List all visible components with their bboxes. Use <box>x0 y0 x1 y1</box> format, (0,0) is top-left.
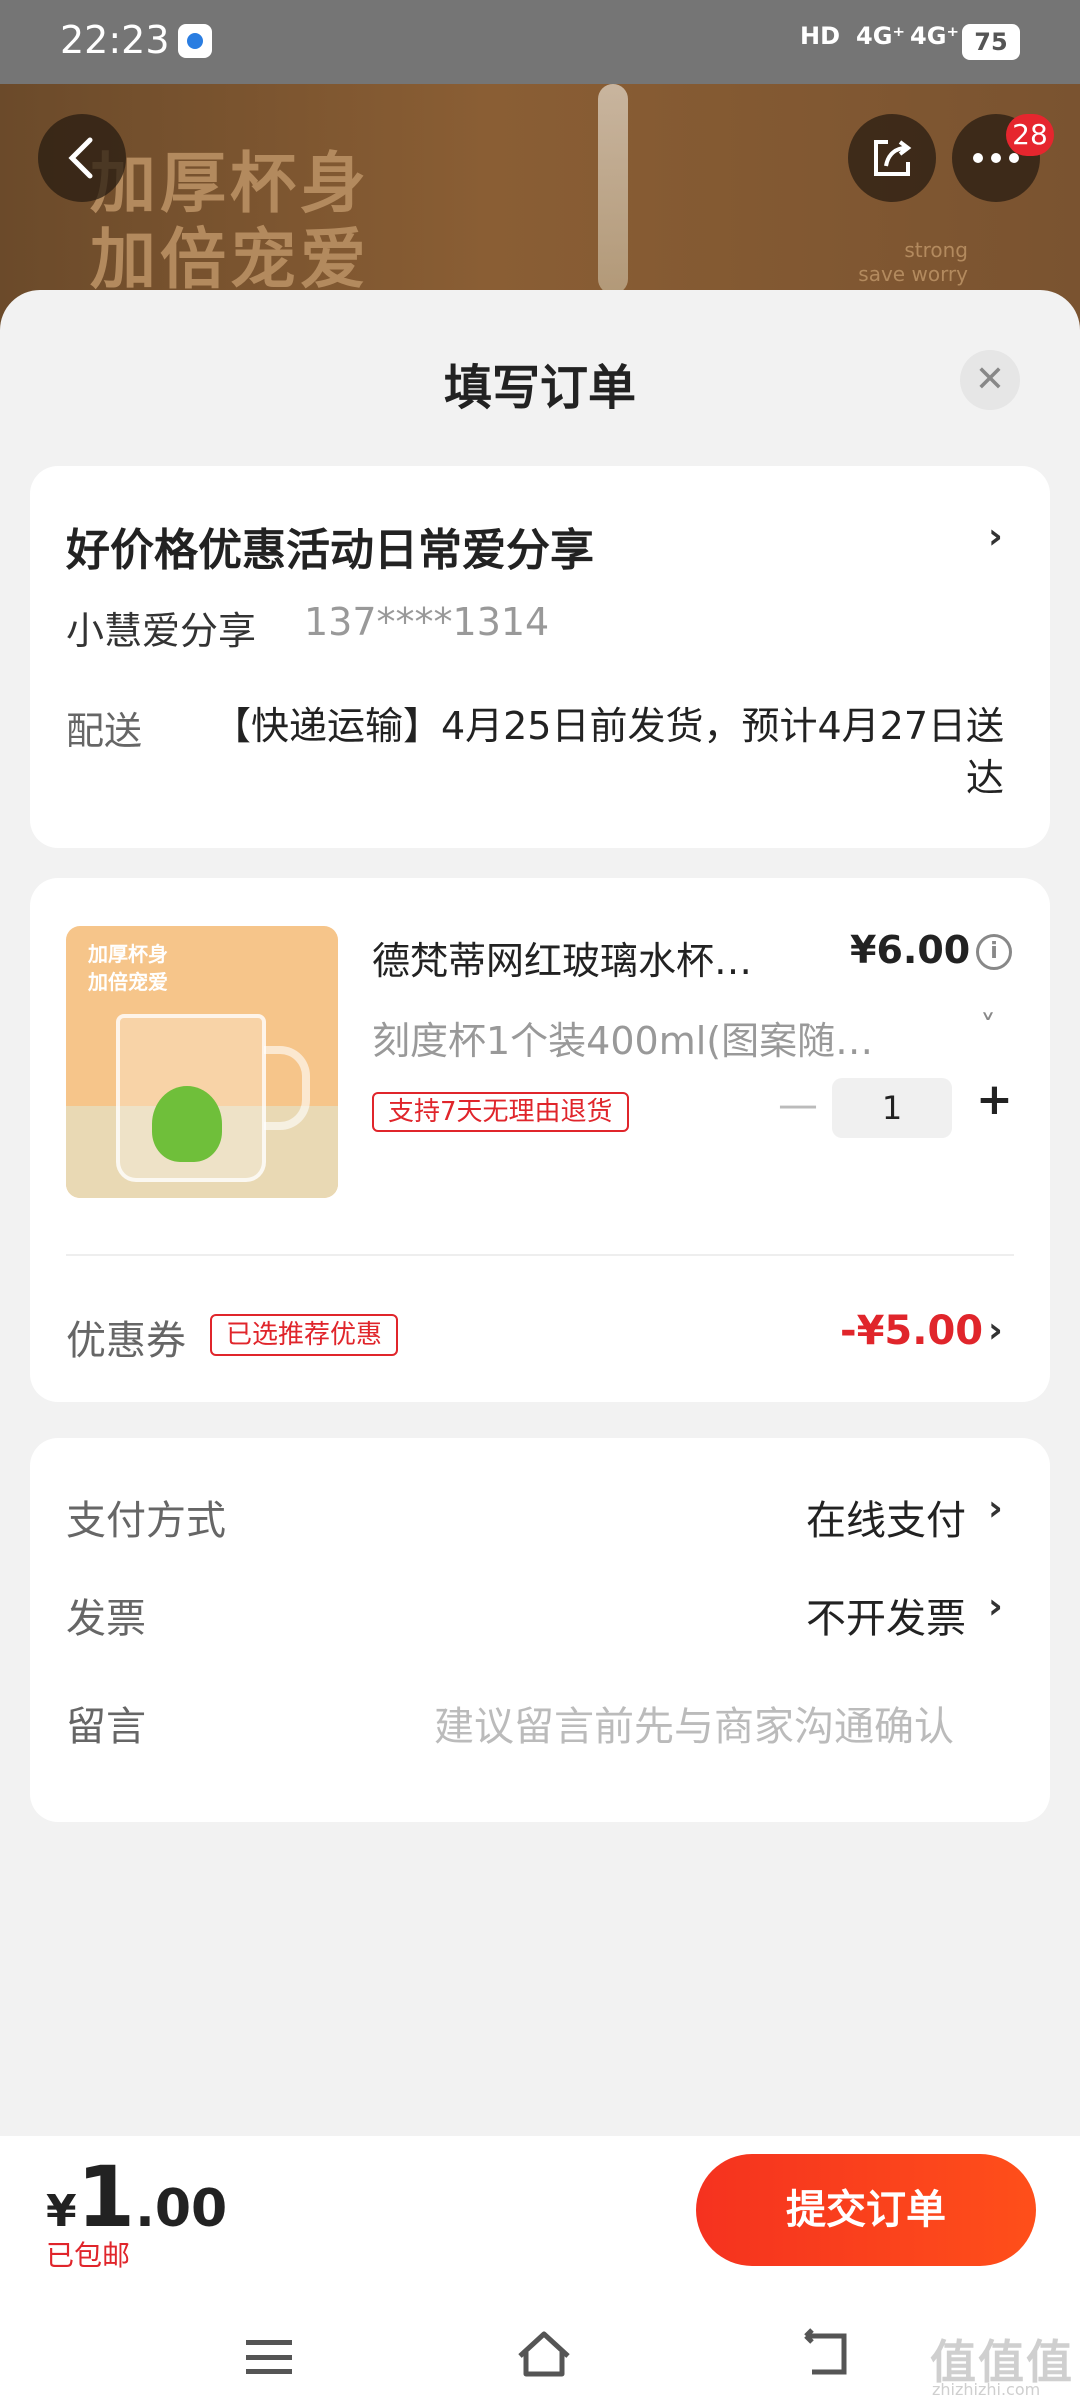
system-nav-bar: 值值值 zhizhizhi.com <box>0 2306 1080 2408</box>
options-card: 支付方式 在线支付 › 发票 不开发票 › 留言 建议留言前先与商家沟通确认 <box>30 1438 1050 1822</box>
product-spec[interactable]: 刻度杯1个装400ml(图案随… <box>372 1010 932 1065</box>
recipient-phone: 137****1314 <box>304 600 550 644</box>
battery-indicator: 75 <box>962 24 1020 60</box>
product-price: ¥6.00 <box>850 928 971 972</box>
banner-line2: 加倍宠爱 <box>90 221 370 298</box>
delivery-text: 【快递运输】4月25日前发货，预计4月27日送达 <box>212 704 1004 800</box>
chevron-right-icon[interactable]: › <box>988 1310 1003 1351</box>
chevron-right-icon: › <box>988 516 1003 557</box>
order-sheet: 填写订单 ✕ 好价格优惠活动日常爱分享 › 小慧爱分享 137****1314 … <box>0 290 1080 2408</box>
address-card[interactable]: 好价格优惠活动日常爱分享 › 小慧爱分享 137****1314 配送 【快递运… <box>30 466 1050 848</box>
info-icon[interactable]: i <box>976 934 1012 970</box>
total-price: ¥1.00 <box>46 2148 227 2246</box>
app-notification-icon <box>178 24 212 58</box>
share-button[interactable] <box>848 114 936 202</box>
product-name[interactable]: 德梵蒂网红玻璃水杯… <box>372 930 792 985</box>
hd-indicator: HD <box>800 22 841 50</box>
product-thumbnail[interactable]: 加厚杯身 加倍宠爱 <box>66 926 338 1198</box>
increase-quantity-button[interactable]: + <box>976 1074 1013 1125</box>
status-bar: 22:23 HD 4G⁺ 4G⁺ 75 <box>0 0 1080 84</box>
decrease-quantity-button[interactable]: — <box>778 1082 818 1128</box>
quantity-value[interactable]: 1 <box>832 1078 952 1138</box>
close-button[interactable]: ✕ <box>960 350 1020 410</box>
message-input[interactable]: 建议留言前先与商家沟通确认 <box>434 1694 954 1752</box>
message-count-badge: 28 <box>1006 114 1054 156</box>
return-policy-tag: 支持7天无理由退货 <box>372 1092 629 1132</box>
cup-handle-graphic <box>264 1046 310 1130</box>
invoice-label: 发票 <box>66 1596 146 1642</box>
currency-symbol: ¥ <box>46 2186 77 2237</box>
payment-label: 支付方式 <box>66 1498 226 1544</box>
chevron-right-icon[interactable]: › <box>988 1488 1003 1529</box>
chevron-down-icon[interactable]: ˅ <box>980 1008 996 1046</box>
back-button[interactable] <box>38 114 126 202</box>
recipient-name: 小慧爱分享 <box>66 609 257 653</box>
payment-value[interactable]: 在线支付 <box>806 1488 966 1546</box>
back-nav-icon[interactable] <box>798 2328 852 2393</box>
message-label: 留言 <box>66 1704 146 1750</box>
share-icon <box>874 140 912 176</box>
signal-2-icon: 4G⁺ <box>910 22 960 50</box>
banner-en2: save worry <box>858 262 968 286</box>
watermark-url: zhizhizhi.com <box>932 2380 1041 2399</box>
delivery-label: 配送 <box>66 709 143 753</box>
divider <box>66 1254 1014 1256</box>
submit-order-button[interactable]: 提交订单 <box>696 2154 1036 2266</box>
free-shipping-label: 已包邮 <box>46 2239 131 2272</box>
signal-1-icon: 4G⁺ <box>856 22 906 50</box>
sheet-title: 填写订单 <box>443 360 636 416</box>
chevron-left-icon <box>68 137 93 179</box>
dinosaur-graphic <box>152 1086 222 1162</box>
menu-icon[interactable] <box>246 2340 292 2374</box>
status-time: 22:23 <box>60 18 170 62</box>
bottom-bar: ¥1.00 已包邮 提交订单 <box>0 2136 1080 2306</box>
banner-en1: strong <box>904 238 968 262</box>
chevron-right-icon[interactable]: › <box>988 1586 1003 1627</box>
product-card: 加厚杯身 加倍宠爱 德梵蒂网红玻璃水杯… ¥6.00 i 刻度杯1个装400ml… <box>30 878 1050 1402</box>
coupon-tag: 已选推荐优惠 <box>210 1314 399 1356</box>
more-icon <box>973 153 1019 163</box>
thumb-text2: 加倍宠爱 <box>88 970 168 994</box>
total-decimal: .00 <box>135 2179 228 2239</box>
address-title: 好价格优惠活动日常爱分享 <box>66 525 594 576</box>
milk-stream-graphic <box>598 84 628 294</box>
total-integer: 1 <box>76 2148 136 2246</box>
invoice-value[interactable]: 不开发票 <box>806 1586 966 1644</box>
coupon-label: 优惠券 <box>66 1318 186 1364</box>
home-icon[interactable] <box>514 2328 574 2394</box>
coupon-value[interactable]: -¥5.00 <box>840 1308 983 1354</box>
thumb-text1: 加厚杯身 <box>88 942 168 966</box>
